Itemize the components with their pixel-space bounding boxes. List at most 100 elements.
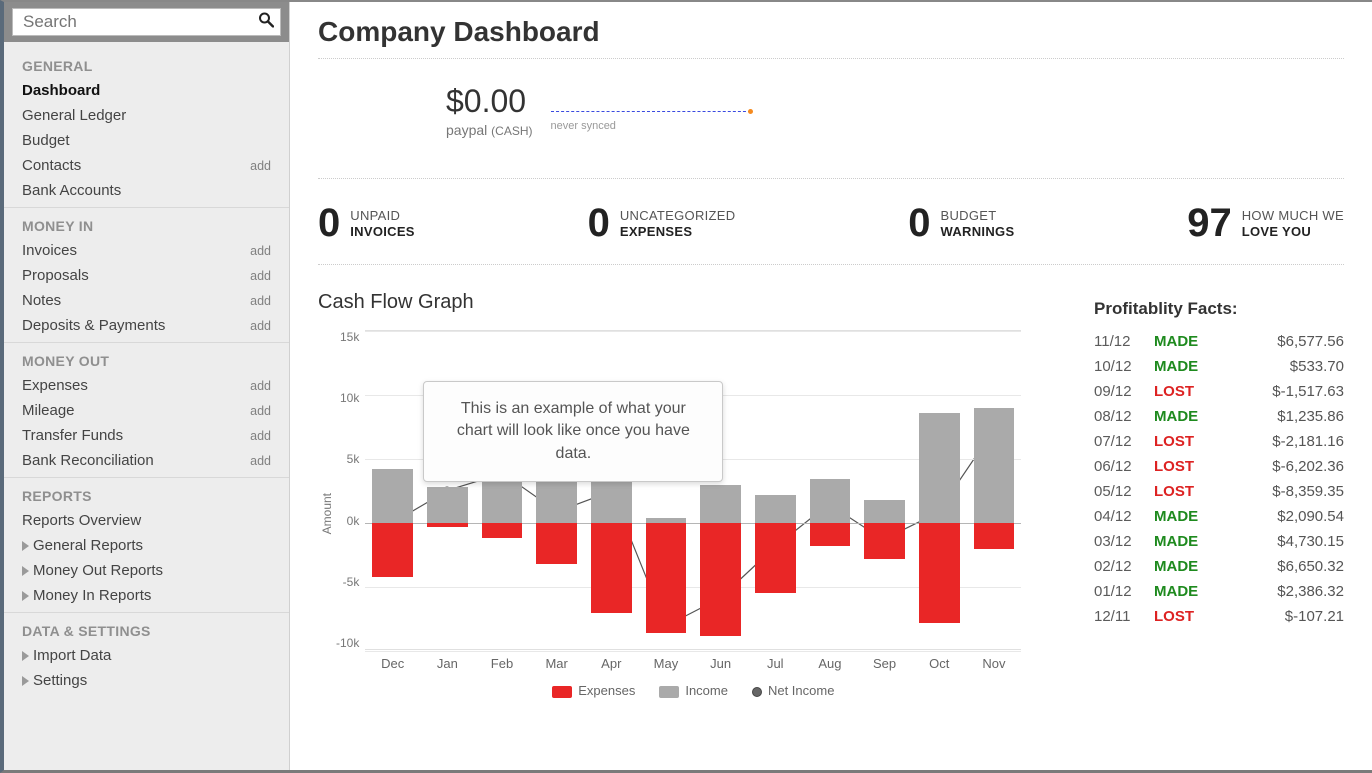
sidebar-item[interactable]: Dashboard [4, 78, 289, 103]
cashflow-area: Cash Flow Graph Amount 15k10k5k0k-5k-10k… [318, 291, 1344, 698]
profitability-row[interactable]: 06/12LOST$-6,202.36 [1094, 454, 1344, 479]
chart-bar-slot[interactable] [482, 331, 522, 649]
chart-plot-area: This is an example of what your chart wi… [365, 330, 1021, 698]
chart-bar-slot[interactable] [974, 331, 1014, 649]
stat-text: HOW MUCH WELOVE YOU [1242, 208, 1344, 239]
nav-section: DATA & SETTINGSImport DataSettings [4, 612, 289, 693]
sidebar-subitem[interactable]: Settings [4, 668, 289, 693]
profitability-rows: 11/12MADE$6,577.5610/12MADE$533.7009/12L… [1094, 329, 1344, 629]
profit-amount: $-8,359.35 [1222, 483, 1344, 500]
sidebar-subitem-label: Import Data [33, 647, 111, 664]
sidebar-item[interactable]: Mileageadd [4, 398, 289, 423]
xtick-label: Feb [475, 656, 530, 671]
sidebar-subitem[interactable]: Money In Reports [4, 583, 289, 608]
stat-block[interactable]: 0UNCATEGORIZEDEXPENSES [588, 201, 736, 246]
profit-status: MADE [1154, 408, 1210, 425]
profit-date: 07/12 [1094, 433, 1142, 450]
sidebar-item-add[interactable]: add [250, 404, 271, 418]
sidebar-item-label: General Ledger [22, 107, 126, 124]
expense-bar [427, 523, 467, 527]
profit-date: 01/12 [1094, 583, 1142, 600]
sidebar-item[interactable]: Expensesadd [4, 373, 289, 398]
profit-status: LOST [1154, 383, 1210, 400]
sidebar-item[interactable]: Invoicesadd [4, 238, 289, 263]
profitability-row[interactable]: 07/12LOST$-2,181.16 [1094, 429, 1344, 454]
sidebar-item-add[interactable]: add [250, 244, 271, 258]
sidebar-item-add[interactable]: add [250, 294, 271, 308]
sidebar-item[interactable]: Contactsadd [4, 153, 289, 178]
profit-date: 05/12 [1094, 483, 1142, 500]
sidebar-item-add[interactable]: add [250, 159, 271, 173]
chart-bar-slot[interactable] [810, 331, 850, 649]
search-icon[interactable] [258, 12, 274, 33]
sidebar-item[interactable]: Transfer Funds add [4, 423, 289, 448]
sidebar-item-label: Bank Reconciliation [22, 452, 154, 469]
profit-status: MADE [1154, 583, 1210, 600]
profitability-row[interactable]: 10/12MADE$533.70 [1094, 354, 1344, 379]
balance-account: paypal (CASH) [446, 122, 533, 138]
profitability-row[interactable]: 05/12LOST$-8,359.35 [1094, 479, 1344, 504]
xtick-label: Nov [967, 656, 1022, 671]
sidebar-subitem[interactable]: Import Data [4, 643, 289, 668]
xtick-label: Dec [365, 656, 420, 671]
sidebar-item-add[interactable]: add [250, 319, 271, 333]
stat-block[interactable]: 0UNPAIDINVOICES [318, 201, 415, 246]
sidebar-item[interactable]: Proposals add [4, 263, 289, 288]
chart-bar-slot[interactable] [646, 331, 686, 649]
chart-bar-slot[interactable] [427, 331, 467, 649]
sidebar-item-add[interactable]: add [250, 454, 271, 468]
sidebar-item-add[interactable]: add [250, 429, 271, 443]
chart-bar-slot[interactable] [591, 331, 631, 649]
profitability-row[interactable]: 12/11LOST$-107.21 [1094, 604, 1344, 629]
profitability-row[interactable]: 08/12MADE$1,235.86 [1094, 404, 1344, 429]
stat-block[interactable]: 97HOW MUCH WELOVE YOU [1187, 201, 1344, 246]
stat-block[interactable]: 0BUDGETWARNINGS [908, 201, 1014, 246]
sidebar-item-label: Proposals [22, 267, 89, 284]
sidebar: GENERALDashboardGeneral LedgerBudgetCont… [4, 2, 290, 770]
income-bar [755, 495, 795, 523]
sidebar-item[interactable]: Budget [4, 128, 289, 153]
chart-legend: Expenses Income Net Income [365, 683, 1021, 698]
sidebar-item[interactable]: General Ledger [4, 103, 289, 128]
profit-date: 04/12 [1094, 508, 1142, 525]
sidebar-item[interactable]: Reports Overview [4, 508, 289, 533]
nav-section: REPORTSReports OverviewGeneral ReportsMo… [4, 477, 289, 608]
profitability-row[interactable]: 02/12MADE$6,650.32 [1094, 554, 1344, 579]
profit-status: MADE [1154, 358, 1210, 375]
profitability-row[interactable]: 03/12MADE$4,730.15 [1094, 529, 1344, 554]
chart-bar-slot[interactable] [536, 331, 576, 649]
sidebar-item[interactable]: Deposits & Paymentsadd [4, 313, 289, 338]
income-bar [974, 408, 1014, 523]
profitability-row[interactable]: 09/12LOST$-1,517.63 [1094, 379, 1344, 404]
expense-bar [700, 523, 740, 636]
sidebar-item[interactable]: Bank Accounts [4, 178, 289, 203]
profit-amount: $4,730.15 [1222, 533, 1344, 550]
legend-dot-icon [752, 687, 762, 697]
sidebar-item[interactable]: Notesadd [4, 288, 289, 313]
search-bar [4, 2, 289, 42]
nav-sections: GENERALDashboardGeneral LedgerBudgetCont… [4, 42, 289, 693]
sidebar-item-label: Transfer Funds [22, 427, 123, 444]
sidebar-subitem[interactable]: Money Out Reports [4, 558, 289, 583]
search-input[interactable] [13, 9, 280, 35]
xtick-label: Jun [693, 656, 748, 671]
profitability-row[interactable]: 11/12MADE$6,577.56 [1094, 329, 1344, 354]
profitability-row[interactable]: 01/12 MADE $2,386.32 [1094, 579, 1344, 604]
sidebar-item-add[interactable]: add [250, 269, 271, 283]
sidebar-subitem-label: Money Out Reports [33, 562, 163, 579]
caret-right-icon [22, 676, 29, 686]
sidebar-item-add[interactable]: add [250, 379, 271, 393]
search-box[interactable] [12, 8, 281, 36]
profit-amount: $2,386.32 [1222, 583, 1344, 600]
income-bar [810, 479, 850, 523]
sidebar-item-label: Reports Overview [22, 512, 141, 529]
chart-bar-slot[interactable] [755, 331, 795, 649]
chart-bar-slot[interactable] [372, 331, 412, 649]
chart-bar-slot[interactable] [700, 331, 740, 649]
stat-number: 0 [318, 201, 340, 246]
chart-bar-slot[interactable] [919, 331, 959, 649]
sidebar-subitem[interactable]: General Reports [4, 533, 289, 558]
sidebar-item[interactable]: Bank Reconciliation add [4, 448, 289, 473]
profitability-row[interactable]: 04/12MADE$2,090.54 [1094, 504, 1344, 529]
chart-bar-slot[interactable] [864, 331, 904, 649]
